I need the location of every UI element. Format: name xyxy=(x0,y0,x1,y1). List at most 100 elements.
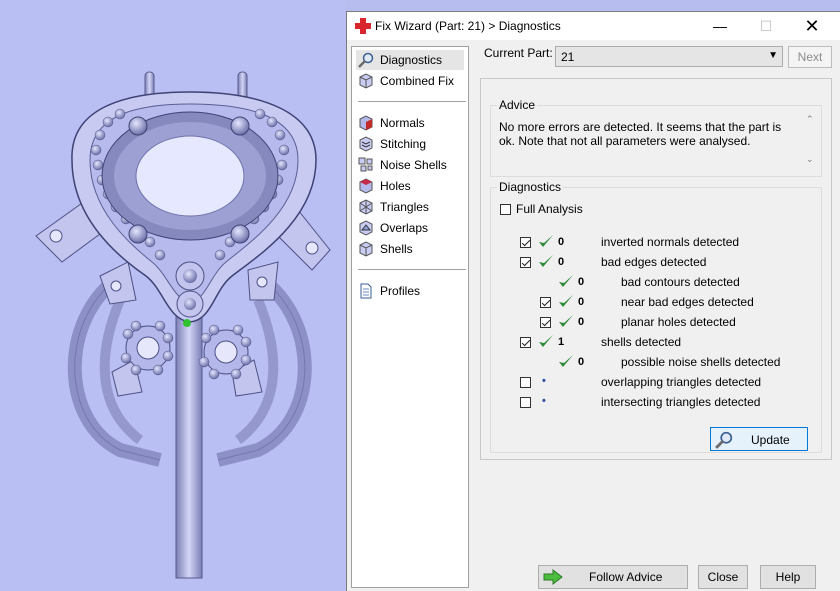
nav-label: Diagnostics xyxy=(380,53,443,67)
nav-label: Holes xyxy=(380,179,411,193)
shells-icon xyxy=(359,241,373,257)
check-icon xyxy=(559,315,573,327)
update-label: Update xyxy=(751,433,790,447)
title-bar[interactable]: Fix Wizard (Part: 21) > Diagnostics — ☐ … xyxy=(347,12,840,40)
nav-item-shells[interactable]: Shells xyxy=(356,239,464,259)
diagnostic-checkbox[interactable] xyxy=(520,237,531,248)
chevron-down-icon: ▼ xyxy=(768,50,778,61)
help-button[interactable]: Help xyxy=(760,565,816,589)
diagnostic-count: 0 xyxy=(578,296,585,308)
maximize-icon: ☐ xyxy=(759,18,773,34)
advice-group: Advice No more errors are detected. It s… xyxy=(490,98,822,177)
nav-separator xyxy=(358,269,466,270)
red-cross-icon xyxy=(355,18,371,34)
nav-item-noise-shells[interactable]: Noise Shells xyxy=(356,155,464,175)
advice-title: Advice xyxy=(497,98,538,112)
nav-item-holes[interactable]: Holes xyxy=(356,176,464,196)
close-button[interactable]: Close xyxy=(698,565,748,589)
part-model xyxy=(35,71,331,579)
diagnostics-group: Diagnostics Full Analysis 0 inverted norm… xyxy=(490,180,822,453)
magnifier-icon xyxy=(358,52,374,68)
current-part-value: 21 xyxy=(561,50,575,64)
holes-icon xyxy=(359,178,373,194)
diagnostic-label: bad contours detected xyxy=(621,275,740,289)
diagnostic-checkbox[interactable] xyxy=(540,317,551,328)
pending-dot-icon: • xyxy=(542,375,546,387)
close-window-button[interactable]: ✕ xyxy=(789,12,835,40)
window-title: Fix Wizard (Part: 21) > Diagnostics xyxy=(375,19,561,33)
nav-item-diagnostics[interactable]: Diagnostics xyxy=(356,50,464,70)
minimize-icon: — xyxy=(713,18,727,34)
diagnostic-label: shells detected xyxy=(601,335,682,349)
nav-label: Stitching xyxy=(380,137,427,151)
next-button[interactable]: Next xyxy=(788,46,832,68)
diagnostics-panel: Advice No more errors are detected. It s… xyxy=(480,78,832,460)
diagnostic-label: planar holes detected xyxy=(621,315,736,329)
diagnostics-title: Diagnostics xyxy=(497,180,564,194)
diagnostic-label: bad edges detected xyxy=(601,255,707,269)
diagnostic-count: 1 xyxy=(558,336,565,348)
close-icon: ✕ xyxy=(804,16,820,36)
check-icon xyxy=(539,235,553,247)
advice-text: No more errors are detected. It seems th… xyxy=(499,120,782,148)
update-button[interactable]: Update xyxy=(710,427,808,451)
follow-advice-label: Follow Advice xyxy=(589,570,663,584)
diagnostic-checkbox[interactable] xyxy=(520,257,531,268)
advice-scrollbar[interactable]: ⌃ ⌄ xyxy=(804,114,818,168)
diagnostic-count: 0 xyxy=(578,316,585,328)
nav-item-profiles[interactable]: Profiles xyxy=(356,281,464,301)
pending-dot-icon: • xyxy=(542,395,546,407)
check-icon xyxy=(539,255,553,267)
scroll-down-icon: ⌄ xyxy=(806,154,814,164)
diagnostic-checkbox[interactable] xyxy=(520,337,531,348)
check-icon xyxy=(559,355,573,367)
diagnostic-label: inverted normals detected xyxy=(601,235,740,249)
current-part-label: Current Part: xyxy=(484,46,553,60)
diagnostic-checkbox[interactable] xyxy=(540,297,551,308)
check-icon xyxy=(539,335,553,347)
diagnostic-checkbox[interactable] xyxy=(520,377,531,388)
diagnostic-checkbox[interactable] xyxy=(520,397,531,408)
wizard-nav: Diagnostics Combined Fix Normals Stitchi… xyxy=(351,46,469,588)
nav-label: Profiles xyxy=(380,284,421,298)
current-part-select[interactable]: 21 ▼ xyxy=(555,46,783,67)
nav-item-stitching[interactable]: Stitching xyxy=(356,134,464,154)
normals-cube-icon xyxy=(359,115,373,131)
fix-wizard-dialog: Fix Wizard (Part: 21) > Diagnostics — ☐ … xyxy=(346,11,840,591)
overlaps-icon xyxy=(359,220,373,236)
nav-label: Shells xyxy=(380,242,413,256)
document-icon xyxy=(360,283,372,299)
minimize-button[interactable]: — xyxy=(697,12,743,40)
diagnostic-count: 0 xyxy=(558,256,565,268)
full-analysis-checkbox[interactable] xyxy=(500,204,511,215)
stitching-icon xyxy=(359,136,373,152)
scroll-up-icon: ⌃ xyxy=(806,114,814,124)
triangles-icon xyxy=(359,199,373,215)
nav-item-overlaps[interactable]: Overlaps xyxy=(356,218,464,238)
diagnostic-label: near bad edges detected xyxy=(621,295,754,309)
maximize-button[interactable]: ☐ xyxy=(743,12,789,40)
3d-viewport[interactable] xyxy=(0,0,346,591)
diagnostic-count: 0 xyxy=(578,356,585,368)
follow-advice-button[interactable]: Follow Advice xyxy=(538,565,688,589)
cube-icon xyxy=(359,73,373,89)
nav-label: Normals xyxy=(380,116,425,130)
magnifier-icon xyxy=(715,431,733,449)
nav-label: Overlaps xyxy=(380,221,429,235)
check-icon xyxy=(559,295,573,307)
noise-shells-icon xyxy=(358,157,373,172)
diagnostic-label: possible noise shells detected xyxy=(621,355,781,369)
diagnostic-count: 0 xyxy=(558,236,565,248)
nav-label: Combined Fix xyxy=(380,74,455,88)
nav-item-combined-fix[interactable]: Combined Fix xyxy=(356,71,464,91)
nav-separator xyxy=(358,101,466,102)
nav-label: Triangles xyxy=(380,200,429,214)
check-icon xyxy=(559,275,573,287)
full-analysis-label: Full Analysis xyxy=(516,202,583,216)
nav-item-normals[interactable]: Normals xyxy=(356,113,464,133)
diagnostic-count: 0 xyxy=(578,276,585,288)
diagnostic-label: intersecting triangles detected xyxy=(601,395,761,409)
diagnostic-label: overlapping triangles detected xyxy=(601,375,762,389)
nav-item-triangles[interactable]: Triangles xyxy=(356,197,464,217)
nav-label: Noise Shells xyxy=(380,158,447,172)
